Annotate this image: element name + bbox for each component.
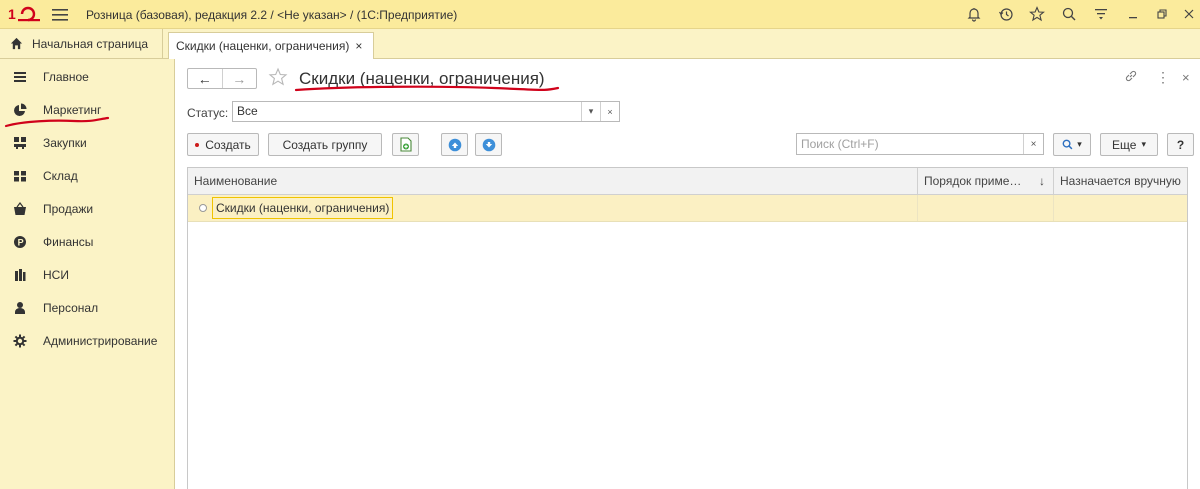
sidebar-item-label: НСИ xyxy=(43,268,69,282)
sort-desc-icon: ↓ xyxy=(1039,174,1045,188)
history-icon[interactable] xyxy=(997,5,1015,23)
create-group-label: Создать группу xyxy=(282,137,368,152)
settings-filter-icon[interactable] xyxy=(1092,5,1110,23)
status-select[interactable]: Все ▾ × xyxy=(232,101,620,122)
tab-discounts[interactable]: Скидки (наценки, ограничения) × xyxy=(168,32,374,59)
column-header-order-label: Порядок приме… xyxy=(924,174,1022,188)
title-bar: 1 Розница (базовая), редакция 2.2 / <Не … xyxy=(0,0,1200,29)
warehouse-icon xyxy=(12,168,28,184)
chevron-down-icon: ▾ xyxy=(1141,139,1146,149)
cart-icon xyxy=(12,135,28,151)
sidebar-item-label: Закупки xyxy=(43,136,87,150)
main-form: ← → Скидки (наценки, ограничения) ⋮ × Ст… xyxy=(176,59,1200,489)
column-header-order[interactable]: Порядок приме… ↓ xyxy=(917,168,1053,194)
sidebar-item-personnel[interactable]: Персонал xyxy=(0,294,174,322)
more-button-label: Еще xyxy=(1112,137,1137,152)
minimize-icon[interactable] xyxy=(1124,5,1142,23)
item-marker-icon xyxy=(199,204,207,212)
basket-icon xyxy=(12,201,28,217)
sidebar-item-label: Персонал xyxy=(43,301,99,315)
sidebar-item-main[interactable]: Главное xyxy=(0,63,174,91)
list-icon xyxy=(12,69,28,85)
tab-home-label: Начальная страница xyxy=(32,36,149,51)
svg-text:P: P xyxy=(18,238,24,248)
arrow-up-icon xyxy=(448,138,461,151)
search-field[interactable]: × xyxy=(796,133,1044,155)
sidebar-item-label: Финансы xyxy=(43,235,94,249)
status-value[interactable]: Все xyxy=(233,102,581,121)
search-clear-icon[interactable]: × xyxy=(1023,134,1043,154)
search-icon[interactable] xyxy=(1060,5,1078,23)
column-header-name[interactable]: Наименование xyxy=(188,168,917,194)
move-up-button[interactable] xyxy=(441,133,468,156)
forward-button[interactable]: → xyxy=(221,69,257,88)
chevron-down-icon[interactable]: ▾ xyxy=(581,102,600,121)
svg-text:1: 1 xyxy=(8,6,16,22)
tab-discounts-label: Скидки (наценки, ограничения) xyxy=(176,39,350,53)
discounts-table: Наименование Порядок приме… ↓ Назначаетс… xyxy=(187,167,1188,489)
sidebar-item-label: Продажи xyxy=(43,202,94,216)
annotation-underline xyxy=(294,85,560,92)
cell-divider xyxy=(1053,195,1054,221)
search-button[interactable]: ▾ xyxy=(1053,133,1091,156)
tab-home[interactable]: Начальная страница xyxy=(0,29,163,58)
arrow-down-icon xyxy=(482,138,495,151)
sidebar-item-warehouse[interactable]: Склад xyxy=(0,162,174,190)
more-button[interactable]: Еще ▾ xyxy=(1100,133,1158,156)
tab-bar: Начальная страница Скидки (наценки, огра… xyxy=(0,29,1200,59)
tab-close-icon[interactable]: × xyxy=(355,39,362,53)
required-dot-icon xyxy=(195,142,200,147)
back-button[interactable]: ← xyxy=(188,69,222,88)
1c-logo[interactable]: 1 xyxy=(8,6,42,22)
copy-button[interactable] xyxy=(392,133,419,156)
app-title: Розница (базовая), редакция 2.2 / <Не ук… xyxy=(86,8,458,22)
coin-icon: P xyxy=(12,234,28,250)
table-header: Наименование Порядок приме… ↓ Назначаетс… xyxy=(188,168,1187,195)
sidebar-item-label: Маркетинг xyxy=(43,103,102,117)
nav-buttons: ← → xyxy=(187,68,257,89)
sidebar-item-purchases[interactable]: Закупки xyxy=(0,129,174,157)
sidebar-item-label: Склад xyxy=(43,169,78,183)
status-label: Статус: xyxy=(187,106,229,120)
chevron-down-icon: ▾ xyxy=(1077,139,1082,149)
create-button[interactable]: Создать xyxy=(187,133,259,156)
create-button-label: Создать xyxy=(205,137,251,152)
favorite-star-icon[interactable] xyxy=(268,67,288,87)
bell-icon[interactable] xyxy=(965,5,983,23)
annotation-underline xyxy=(4,116,110,128)
cell-divider xyxy=(917,195,918,221)
favorites-star-icon[interactable] xyxy=(1028,5,1046,23)
search-icon xyxy=(1062,139,1073,150)
search-input[interactable] xyxy=(797,134,1023,154)
copy-icon xyxy=(399,137,412,152)
link-icon[interactable] xyxy=(1124,69,1138,86)
more-actions-icon[interactable]: ⋮ xyxy=(1156,69,1170,86)
menu-icon[interactable] xyxy=(51,8,69,22)
close-window-icon[interactable] xyxy=(1180,5,1198,23)
sidebar-item-label: Главное xyxy=(43,70,89,84)
table-row[interactable]: Скидки (наценки, ограничения) xyxy=(188,195,1187,222)
close-form-icon[interactable]: × xyxy=(1182,70,1190,85)
column-header-manual[interactable]: Назначается вручную xyxy=(1053,168,1187,194)
clear-icon[interactable]: × xyxy=(600,102,619,121)
row-name-cell[interactable]: Скидки (наценки, ограничения) xyxy=(212,197,394,219)
home-icon xyxy=(10,37,23,50)
person-icon xyxy=(12,300,28,316)
gear-icon xyxy=(12,333,28,349)
sidebar-item-reference[interactable]: НСИ xyxy=(0,261,174,289)
restore-icon[interactable] xyxy=(1153,5,1171,23)
sidebar-item-finance[interactable]: P Финансы xyxy=(0,228,174,256)
sidebar-item-administration[interactable]: Администрирование xyxy=(0,327,174,355)
help-button[interactable]: ? xyxy=(1167,133,1194,156)
sidebar-item-sales[interactable]: Продажи xyxy=(0,195,174,223)
move-down-button[interactable] xyxy=(475,133,502,156)
create-group-button[interactable]: Создать группу xyxy=(268,133,382,156)
sidebar-item-label: Администрирование xyxy=(43,334,158,348)
books-icon xyxy=(12,267,28,283)
